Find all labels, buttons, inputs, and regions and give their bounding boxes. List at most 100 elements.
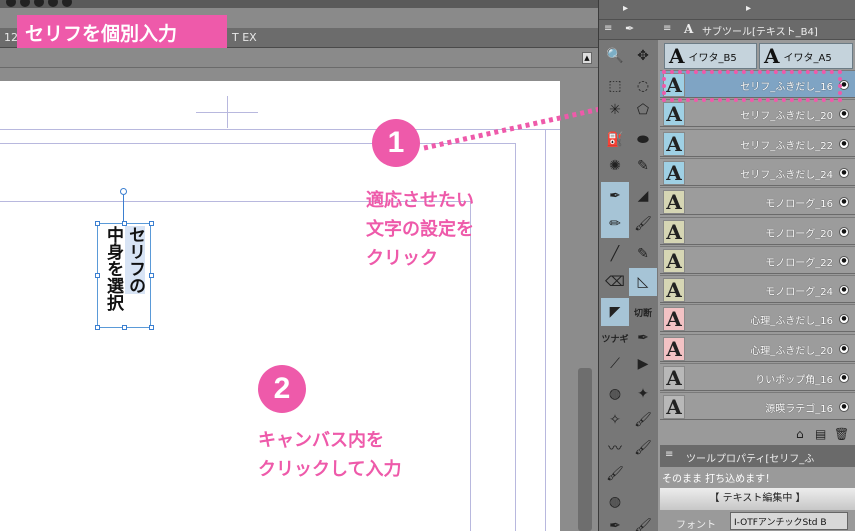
magic-wand-icon[interactable]: ✳ (601, 96, 629, 124)
sticker-icon[interactable]: ● (839, 109, 849, 120)
subtool-preset-row[interactable]: A セリフ_ふきだし_24 ● (660, 157, 855, 186)
tool-property-header: ≡ ツールプロパティ[セリフ_ふ (660, 445, 855, 467)
sticker-icon[interactable]: ● (839, 314, 849, 325)
star-tool-icon[interactable]: ✧ (601, 406, 629, 434)
top-toolbar (0, 0, 598, 8)
brush-bottom-tool-icon[interactable]: 🖌 (629, 512, 657, 531)
resize-handle[interactable] (149, 325, 154, 330)
folder-icon[interactable]: ⌂ (796, 427, 804, 441)
tool-palette: ▸ ≡ ✒ 🔍 ✥ ⬚ ◌ ✳ ⬠ ⛽ ⬬ ✺ ✎ ✒ ◢ ✏ 🖌 ╱ ✎ ⌫ … (598, 0, 659, 531)
sticker-icon[interactable]: ● (839, 402, 849, 413)
eraser-tool-icon[interactable]: ⌫ (601, 268, 629, 296)
menu-icon[interactable]: ≡ (665, 449, 673, 460)
resize-handle[interactable] (95, 221, 100, 226)
subtool-preset-row[interactable]: A セリフ_ふきだし_22 ● (660, 128, 855, 157)
subtool-preset-row[interactable]: A りいポップ角_16 ● (660, 363, 855, 391)
menu-icon[interactable]: ≡ (604, 23, 612, 34)
airbrush-tool-icon[interactable]: 🖌 (629, 210, 657, 238)
blend-tool-icon[interactable]: ✎ (629, 240, 657, 268)
selection-shape-icon[interactable]: ⬠ (629, 96, 657, 124)
frame-tool-icon[interactable]: ◤ (601, 298, 629, 326)
zoom-tool-icon[interactable]: 🔍 (601, 42, 629, 70)
tsuna-tool[interactable]: ツナギ (601, 324, 629, 352)
toolbar-car-icon[interactable] (62, 0, 72, 7)
rotate-handle[interactable] (120, 188, 127, 195)
subtool-preset-row[interactable]: A モノローグ_16 ● (660, 187, 855, 216)
toolbar-tool-icon[interactable] (48, 0, 58, 7)
fill-brush-tool-icon[interactable]: 🖌 (601, 460, 629, 488)
sticker-icon[interactable]: ● (839, 285, 849, 296)
sparkle-tool-icon[interactable]: ✦ (629, 380, 657, 408)
ink-tool-icon[interactable]: ◢ (629, 182, 657, 210)
new-layer-icon[interactable]: ▤ (815, 427, 826, 441)
brush-blend-tool-icon[interactable]: 🖌 (629, 406, 657, 434)
trash-icon[interactable]: 🗑 (834, 427, 849, 441)
resize-handle[interactable] (122, 325, 127, 330)
pen-tool-icon[interactable]: ✒ (601, 182, 629, 210)
fill-tool-icon[interactable]: ⛽ (601, 126, 629, 154)
sticker-icon[interactable]: ● (839, 197, 849, 208)
tab-iwata-b5[interactable]: A イワタ_B5 (664, 43, 757, 69)
smudge-tool-icon[interactable]: 🖌 (629, 434, 657, 462)
subtool-preset-row[interactable]: A 源暎ラテゴ_16 ● (660, 392, 855, 421)
step-2-badge: 2 (258, 365, 306, 413)
font-select[interactable]: I-OTFアンチックStd B (730, 512, 848, 530)
ruler-tool-icon[interactable]: ◺ (629, 268, 657, 296)
sticker-icon[interactable]: ● (839, 138, 849, 149)
text-tool-icon: A (764, 44, 780, 68)
resize-handle[interactable] (149, 273, 154, 278)
step-2-text: キャンバス内を クリックして入力 (258, 430, 402, 480)
sticker-icon[interactable]: ● (839, 373, 849, 383)
frame-cut-tool[interactable]: 切断 (629, 298, 657, 326)
tab-label: イワタ_B5 (688, 52, 737, 64)
text-tool-icon: A (663, 190, 685, 215)
subtool-preset-row[interactable]: A 心理_ふきだし_20 ● (660, 333, 855, 362)
blur-tool-icon[interactable]: ◍ (601, 380, 629, 408)
subtool-preset-row[interactable]: A モノローグ_24 ● (660, 275, 855, 304)
sticker-icon[interactable]: ● (839, 255, 849, 266)
vertical-scrollbar[interactable] (578, 368, 592, 531)
subtool-preset-row[interactable]: A セリフ_ふきだし_20 ● (660, 99, 855, 128)
tool-property-message: そのまま 打ち込めます！ (662, 474, 776, 485)
text-tool-icon: A (663, 248, 685, 273)
resize-handle[interactable] (149, 221, 154, 226)
toolbar-gear-icon[interactable] (34, 0, 44, 7)
text-column-1[interactable]: セリフの (125, 226, 145, 294)
decoration-tool-icon[interactable]: ✺ (601, 152, 629, 180)
pencil-tool-icon[interactable]: ✏ (601, 210, 629, 238)
balloon-tool-icon[interactable]: ▶ (629, 350, 657, 378)
toolbar-circle-icon[interactable] (20, 0, 30, 7)
pen-tool-icon[interactable]: ✒ (625, 22, 634, 35)
sticker-icon[interactable]: ● (839, 343, 849, 354)
expand-arrow-icon[interactable]: ▸ (746, 3, 751, 14)
tab-iwata-a5[interactable]: A イワタ_A5 (759, 43, 853, 69)
subtool-preset-label: モノローグ_20 (765, 228, 833, 240)
brush-tool-icon[interactable]: ✎ (629, 152, 657, 180)
text-tool-icon: A (663, 102, 685, 127)
move-tool-icon[interactable]: ✥ (629, 42, 657, 70)
gradient-tool-icon[interactable]: ⬬ (629, 126, 657, 154)
scribble-tool-icon[interactable]: 〰 (601, 434, 629, 462)
text-tool-icon: A (663, 219, 685, 244)
pen-bottom-tool-icon[interactable]: ✒ (601, 512, 629, 531)
subtool-preset-label: りいポップ角_16 (755, 375, 833, 386)
correct-line-tool-icon[interactable]: ⟋ (601, 350, 629, 378)
step-1-text: 適応させたい 文字の設定を クリック (366, 190, 474, 269)
sticker-icon[interactable]: ● (839, 226, 849, 237)
menu-icon[interactable]: ≡ (663, 23, 671, 34)
expand-arrow-icon[interactable]: ▸ (623, 3, 628, 14)
collapse-icon[interactable]: ▲ (582, 52, 592, 64)
subtool-preset-row[interactable]: A モノローグ_20 ● (660, 216, 855, 245)
subtool-preset-row[interactable]: A 心理_ふきだし_16 ● (660, 304, 855, 333)
subtool-preset-label: セリフ_ふきだし_22 (740, 140, 833, 152)
text-column-2[interactable]: 中身を選択 (103, 226, 123, 311)
subtool-preset-row[interactable]: A モノローグ_22 ● (660, 245, 855, 274)
pen-edit-tool-icon[interactable]: ✒ (629, 324, 657, 352)
text-tool-icon: A (669, 44, 685, 68)
resize-handle[interactable] (95, 273, 100, 278)
toolbar-circle-icon[interactable] (6, 0, 16, 7)
resize-handle[interactable] (95, 325, 100, 330)
subtool-preset-label: 心理_ふきだし_16 (750, 316, 833, 328)
line-tool-icon[interactable]: ╱ (601, 240, 629, 268)
sticker-icon[interactable]: ● (839, 167, 849, 178)
